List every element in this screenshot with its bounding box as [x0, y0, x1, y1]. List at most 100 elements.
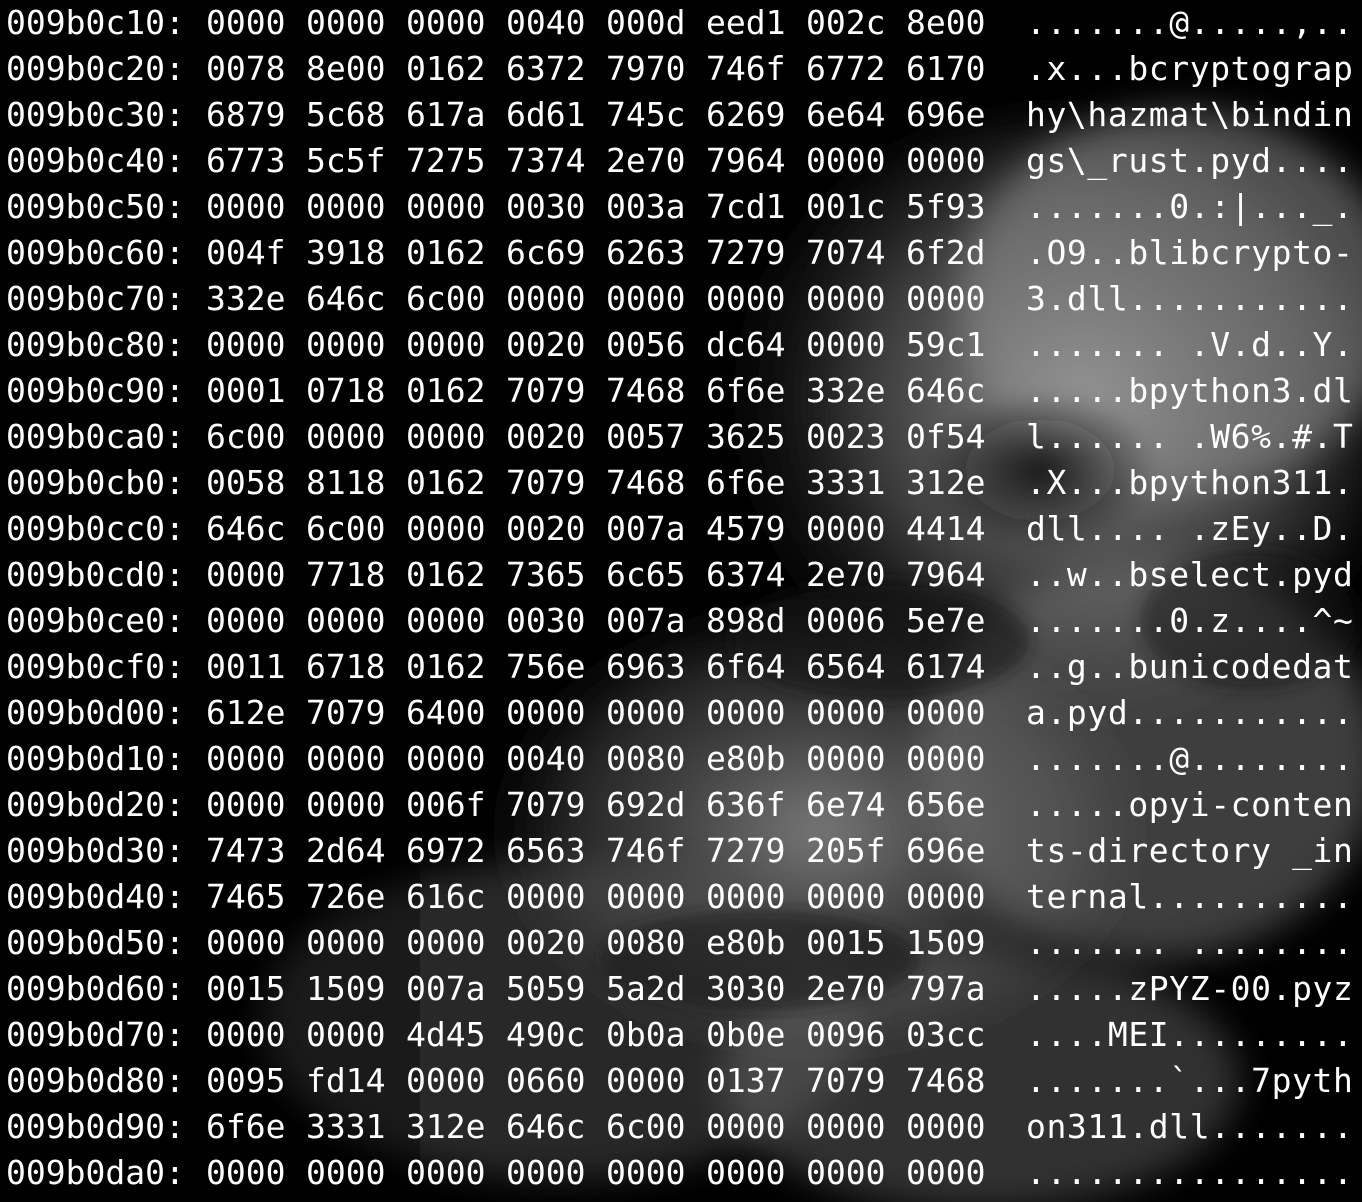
hex-word: 0000 [706, 1107, 786, 1146]
hex-word: 0000 [606, 1153, 686, 1192]
hex-row: 009b0d60: 0015 1509 007a 5059 5a2d 3030 2e70 797… [0, 966, 1362, 1012]
hex-word: 726e [306, 877, 386, 916]
hex-word: 0137 [706, 1061, 786, 1100]
hex-word: 03cc [906, 1015, 986, 1054]
hex-word: 0020 [506, 923, 586, 962]
hex-word: 1509 [906, 923, 986, 962]
hex-word: 0000 [406, 509, 486, 548]
hex-word: 0000 [306, 3, 386, 42]
hex-word: 0000 [906, 141, 986, 180]
hex-word: 007a [406, 969, 486, 1008]
row-ascii: .......`...7pyth [1026, 1061, 1354, 1100]
hex-word: 0000 [906, 877, 986, 916]
hex-word: 8e00 [306, 49, 386, 88]
hex-word: 4414 [906, 509, 986, 548]
hex-word: 5a2d [606, 969, 686, 1008]
hex-word: eed1 [706, 3, 786, 42]
hex-word: 7079 [506, 463, 586, 502]
row-address: 009b0cf0: [6, 647, 185, 686]
hex-word: 7279 [706, 831, 786, 870]
hex-word: 007a [606, 509, 686, 548]
hex-word: 0162 [406, 371, 486, 410]
row-address: 009b0d70: [6, 1015, 185, 1054]
hex-word: 0080 [606, 739, 686, 778]
hex-word: 2e70 [806, 969, 886, 1008]
hex-word: 1509 [306, 969, 386, 1008]
hex-row: 009b0c90: 0001 0718 0162 7079 7468 6f6e 332e 646… [0, 368, 1362, 414]
hex-word: 0078 [206, 49, 286, 88]
hex-word: 0000 [406, 1153, 486, 1192]
hex-word: 616c [406, 877, 486, 916]
hex-word: 656e [906, 785, 986, 824]
hex-word: 0000 [506, 877, 586, 916]
hex-word: 0000 [406, 1061, 486, 1100]
hex-word: 0000 [806, 877, 886, 916]
hex-word: 7365 [506, 555, 586, 594]
hex-word: 0000 [706, 877, 786, 916]
row-ascii: ..g..bunicodedat [1026, 647, 1354, 686]
hex-word: 3331 [806, 463, 886, 502]
hex-word: 0000 [406, 417, 486, 456]
hex-word: 0006 [806, 601, 886, 640]
hex-word: 0000 [206, 601, 286, 640]
hex-word: 0000 [706, 1153, 786, 1192]
row-address: 009b0d50: [6, 923, 185, 962]
hex-word: 7074 [806, 233, 886, 272]
hex-word: 0000 [306, 325, 386, 364]
hex-word: 646c [206, 509, 286, 548]
row-address: 009b0cb0: [6, 463, 185, 502]
hex-word: 6879 [206, 95, 286, 134]
hex-word: 0718 [306, 371, 386, 410]
hex-row: 009b0d70: 0000 0000 4d45 490c 0b0a 0b0e 0096 03c… [0, 1012, 1362, 1058]
row-ascii: l...... .W6%.#.T [1026, 417, 1354, 456]
hex-word: 6c69 [506, 233, 586, 272]
hex-word: 0030 [506, 601, 586, 640]
hex-word: 617a [406, 95, 486, 134]
hex-word: 0000 [606, 877, 686, 916]
row-ascii: .X...bpython311. [1026, 463, 1354, 502]
hex-row: 009b0c80: 0000 0000 0000 0020 0056 dc64 0000 59c… [0, 322, 1362, 368]
hex-word: 59c1 [906, 325, 986, 364]
hex-word: 0000 [206, 1015, 286, 1054]
terminal-window[interactable]: 009b0c10: 0000 0000 0000 0040 000d eed1 002c 8e0… [0, 0, 1362, 1202]
hex-word: 6963 [606, 647, 686, 686]
hex-word: 7079 [806, 1061, 886, 1100]
hex-row: 009b0c60: 004f 3918 0162 6c69 6263 7279 7074 6f2… [0, 230, 1362, 276]
hex-word: 0001 [206, 371, 286, 410]
hex-word: 7718 [306, 555, 386, 594]
hex-word: 2e70 [806, 555, 886, 594]
hex-word: 5c68 [306, 95, 386, 134]
row-address: 009b0c40: [6, 141, 185, 180]
row-address: 009b0d30: [6, 831, 185, 870]
hex-row: 009b0d10: 0000 0000 0000 0040 0080 e80b 0000 000… [0, 736, 1362, 782]
row-address: 009b0da0: [6, 1153, 185, 1192]
hex-word: 7374 [506, 141, 586, 180]
hex-word: 0000 [906, 1153, 986, 1192]
row-ascii: ....... .V.d..Y. [1026, 325, 1354, 364]
hex-word: 0000 [306, 1015, 386, 1054]
hex-word: 6f2d [906, 233, 986, 272]
hex-word: 7964 [706, 141, 786, 180]
hex-word: 0000 [806, 509, 886, 548]
hex-word: 745c [606, 95, 686, 134]
hex-word: 0011 [206, 647, 286, 686]
hex-word: 4d45 [406, 1015, 486, 1054]
hex-word: 0000 [206, 3, 286, 42]
hex-word: 7964 [906, 555, 986, 594]
row-address: 009b0cc0: [6, 509, 185, 548]
row-ascii: a.pyd........... [1026, 693, 1354, 732]
hex-word: 0000 [206, 923, 286, 962]
row-address: 009b0c20: [6, 49, 185, 88]
row-ascii: .......0.z....^~ [1026, 601, 1354, 640]
hex-word: 8118 [306, 463, 386, 502]
hex-word: 0000 [606, 279, 686, 318]
hex-dump[interactable]: 009b0c10: 0000 0000 0000 0040 000d eed1 002c 8e0… [0, 0, 1362, 1202]
hex-word: 0162 [406, 49, 486, 88]
hex-word: 0000 [606, 693, 686, 732]
hex-word: 0162 [406, 555, 486, 594]
hex-word: 002c [806, 3, 886, 42]
hex-word: 0096 [806, 1015, 886, 1054]
row-ascii: ....... ........ [1026, 923, 1354, 962]
hex-word: 007a [606, 601, 686, 640]
hex-word: 332e [206, 279, 286, 318]
